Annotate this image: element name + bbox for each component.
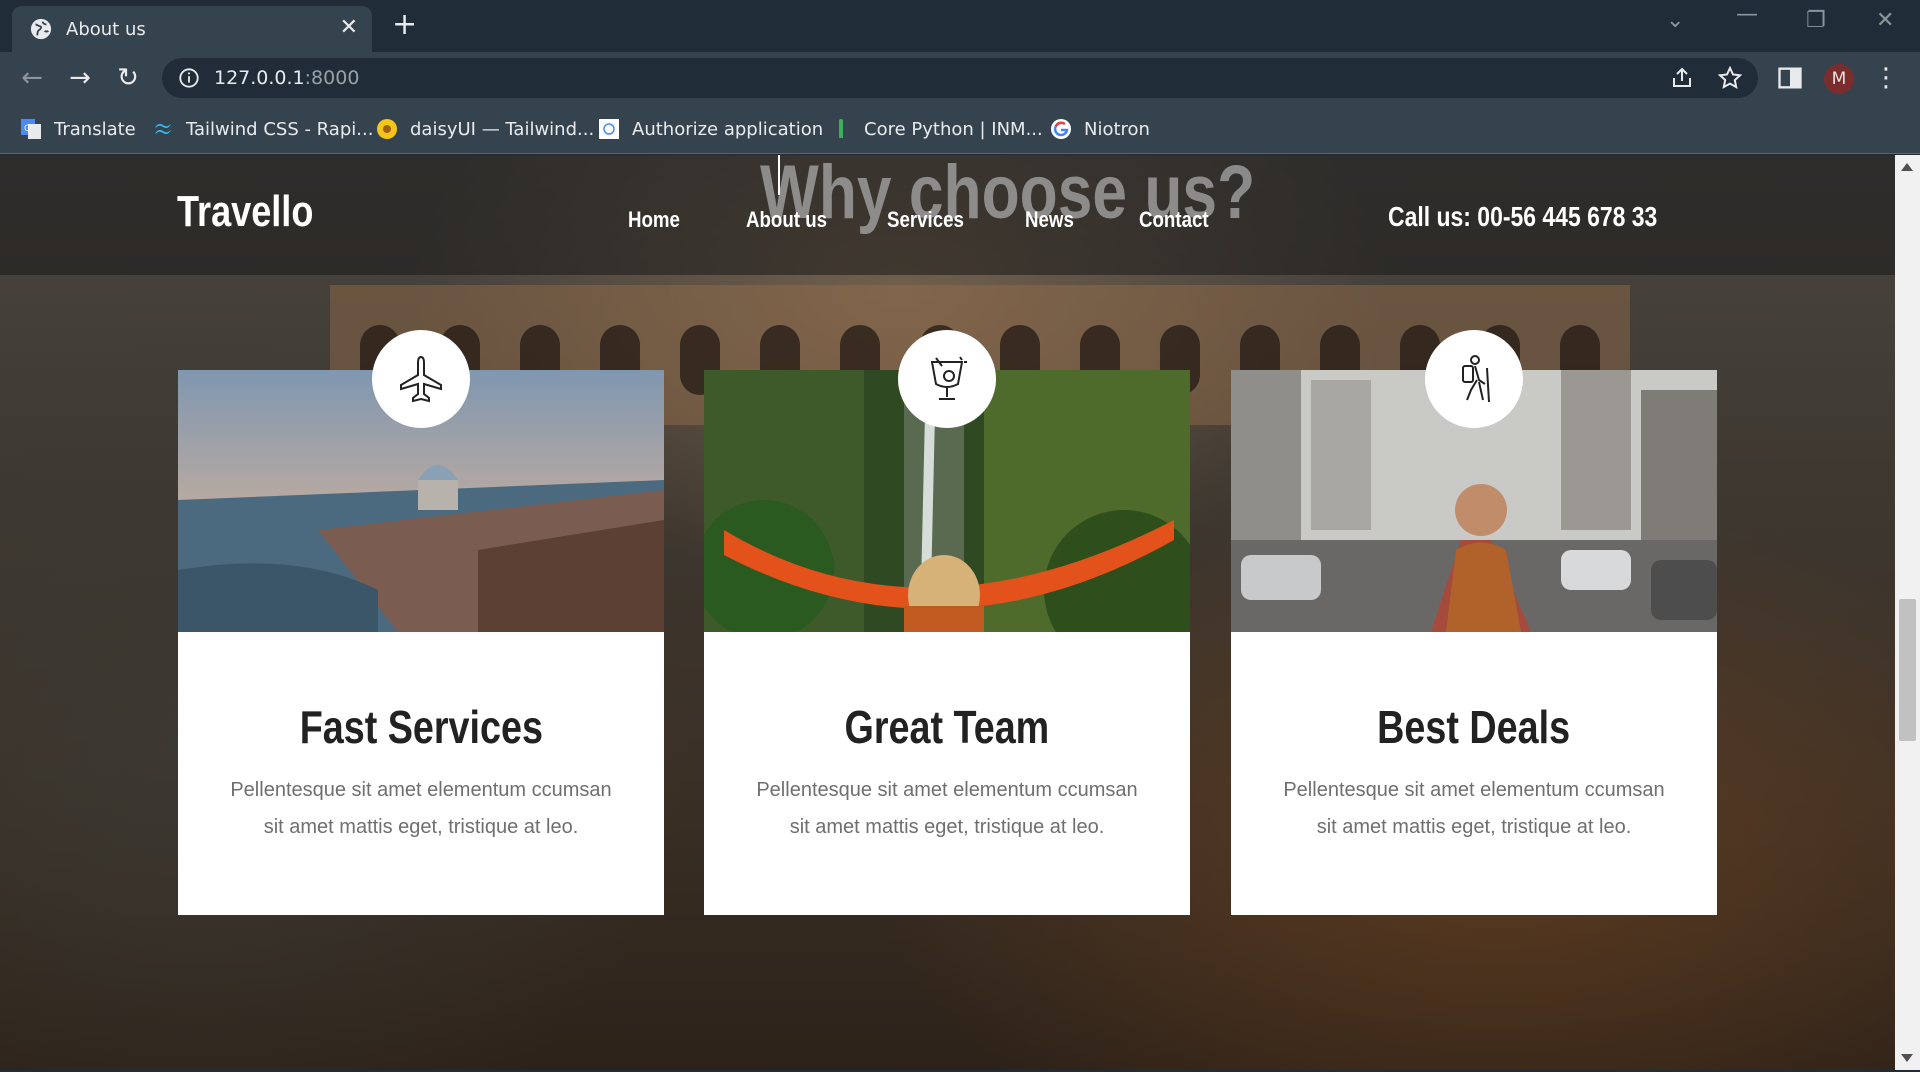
bookmarks-bar: G Translate Tailwind CSS - Rapi... daisy… [0, 104, 1920, 154]
tab-search-icon[interactable]: ⌄ [1666, 10, 1684, 32]
site-info-icon[interactable] [178, 67, 200, 89]
daisy-flower-icon [377, 119, 397, 139]
more-menu-icon[interactable]: ⋮ [1872, 64, 1900, 92]
new-tab-icon[interactable]: + [392, 10, 417, 40]
bookmark-label: daisyUI — Tailwind... [410, 118, 595, 140]
card-description: Pellentesque sit amet elementum ccumsan … [756, 779, 1138, 838]
address-bar[interactable]: 127.0.0.1:8000 [162, 58, 1758, 98]
close-tab-icon[interactable]: ✕ [340, 17, 358, 39]
bookmark-daisyui[interactable]: daisyUI — Tailwind... [376, 116, 594, 142]
bookmark-label: Authorize application [632, 118, 824, 140]
hiker-backpack-icon [1462, 355, 1490, 403]
window-bottom-edge [0, 1070, 1920, 1080]
bookmark-label: Niotron [1084, 118, 1150, 140]
url-port: :8000 [304, 67, 360, 89]
nav-services[interactable]: Services [887, 207, 964, 233]
nav-home[interactable]: Home [628, 207, 680, 233]
feature-card-great-team[interactable]: Great Team Pellentesque sit amet element… [704, 330, 1190, 915]
nav-contact[interactable]: Contact [1139, 207, 1209, 233]
tab-title: About us [66, 19, 146, 40]
site-header: Why choose us? Travello Home About us Se… [0, 155, 1895, 275]
authorize-app-icon [599, 119, 619, 139]
card-title-text: Great Team [844, 701, 1050, 753]
feature-icon-badge [898, 330, 996, 428]
restore-icon[interactable]: ❐ [1806, 10, 1826, 32]
bookmark-authorize[interactable]: Authorize application [598, 116, 823, 142]
bookmark-core-python[interactable]: Core Python | INM... [830, 116, 1043, 142]
window-close-icon[interactable]: ✕ [1876, 10, 1894, 32]
bookmark-niotron[interactable]: Niotron [1050, 116, 1150, 142]
reload-icon[interactable]: ↻ [114, 64, 142, 92]
card-title: Great Team [704, 700, 1190, 754]
browser-tab[interactable]: About us ✕ [12, 6, 372, 52]
text-cursor [778, 155, 780, 195]
nav-about-us[interactable]: About us [746, 207, 827, 233]
browser-toolbar: ← → ↻ 127.0.0.1:8000 M ⋮ [0, 52, 1920, 104]
scroll-up-arrow-icon[interactable] [1901, 163, 1913, 171]
bookmark-label: Translate [54, 118, 136, 140]
bookmark-translate[interactable]: G Translate [20, 116, 136, 142]
feature-card-best-deals[interactable]: Best Deals Pellentesque sit amet element… [1231, 330, 1717, 915]
bookmark-tailwind[interactable]: Tailwind CSS - Rapi... [152, 116, 373, 142]
share-icon[interactable] [1670, 66, 1694, 90]
card-description: Pellentesque sit amet elementum ccumsan … [1283, 779, 1665, 838]
call-us-phone[interactable]: Call us: 00-56 445 678 33 [1388, 201, 1657, 233]
back-arrow-icon[interactable]: ← [18, 64, 46, 92]
page-scrollbar[interactable] [1895, 155, 1920, 1070]
scroll-down-arrow-icon[interactable] [1901, 1054, 1913, 1062]
tailwind-icon [155, 124, 171, 134]
svg-text:G: G [24, 124, 31, 134]
bookmark-star-icon[interactable] [1718, 66, 1742, 90]
url-host: 127.0.0.1 [214, 67, 305, 89]
feature-icon-badge [372, 330, 470, 428]
nav-news[interactable]: News [1025, 207, 1074, 233]
page-viewport: Why choose us? Travello Home About us Se… [0, 155, 1895, 1070]
card-title: Fast Services [178, 700, 664, 754]
minimize-icon[interactable]: — [1736, 4, 1758, 26]
forward-arrow-icon[interactable]: → [66, 64, 94, 92]
profile-avatar[interactable]: M [1824, 64, 1854, 94]
bookmark-label: Tailwind CSS - Rapi... [186, 118, 374, 140]
airplane-icon [400, 355, 442, 403]
scrollbar-thumb[interactable] [1899, 599, 1916, 741]
feature-card-fast-services[interactable]: Fast Services Pellentesque sit amet elem… [178, 330, 664, 915]
card-title: Best Deals [1231, 700, 1717, 754]
card-title-text: Fast Services [299, 701, 543, 753]
google-g-icon [1051, 119, 1071, 139]
card-description: Pellentesque sit amet elementum ccumsan … [230, 779, 612, 838]
google-translate-icon: G [21, 119, 41, 139]
card-title-text: Best Deals [1377, 701, 1571, 753]
bookmark-label: Core Python | INM... [864, 118, 1043, 140]
site-logo[interactable]: Travello [177, 187, 313, 237]
cocktail-glass-icon [930, 356, 967, 400]
side-panel-icon[interactable] [1776, 64, 1804, 92]
feature-icon-badge [1425, 330, 1523, 428]
tab-bar: About us ✕ + ⌄ — ❐ ✕ [0, 0, 1920, 52]
url-text: 127.0.0.1:8000 [214, 67, 359, 89]
python-figure-icon [839, 119, 843, 138]
globe-icon [30, 18, 52, 40]
